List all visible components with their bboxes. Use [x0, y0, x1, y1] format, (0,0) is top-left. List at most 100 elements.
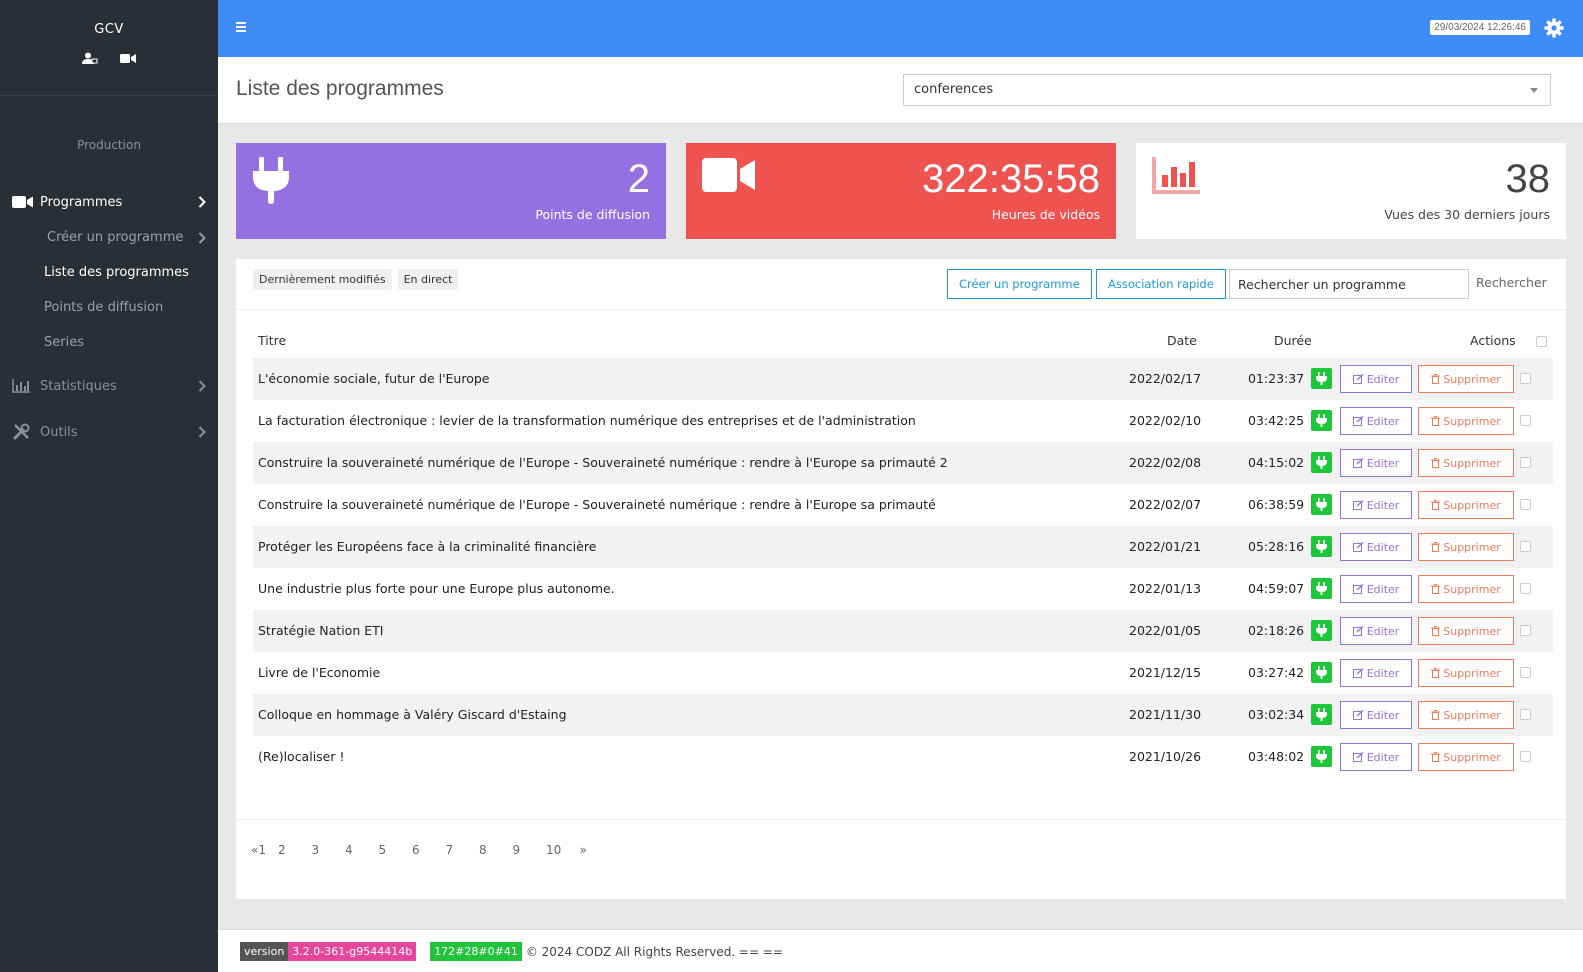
sidebar-item-statistics[interactable]: Statistiques — [0, 366, 218, 406]
programme-title[interactable]: Stratégie Nation ETI — [258, 623, 383, 638]
edit-button[interactable]: Editer — [1340, 491, 1412, 519]
delete-button[interactable]: Supprimer — [1418, 407, 1514, 435]
row-checkbox[interactable] — [1520, 583, 1531, 594]
row-checkbox[interactable] — [1520, 625, 1531, 636]
plug-icon[interactable] — [1311, 746, 1332, 767]
edit-button[interactable]: Editer — [1340, 617, 1412, 645]
programme-title[interactable]: La facturation électronique : levier de … — [258, 413, 916, 428]
edit-icon — [1352, 752, 1364, 762]
plug-icon[interactable] — [1311, 662, 1332, 683]
column-header-duration[interactable]: Durée — [1274, 333, 1312, 348]
sidebar-item-label: Series — [44, 335, 84, 350]
row-checkbox[interactable] — [1520, 541, 1531, 552]
user-lock-icon[interactable] — [82, 49, 98, 68]
edit-button[interactable]: Editer — [1340, 449, 1412, 477]
programme-title[interactable]: Construire la souveraineté numérique de … — [258, 455, 948, 470]
sidebar-item-create-programme[interactable]: Créer un programme — [0, 220, 218, 255]
edit-label: Editer — [1366, 414, 1400, 428]
row-checkbox[interactable] — [1520, 709, 1531, 720]
sidebar-item-series[interactable]: Series — [0, 325, 218, 360]
programme-title[interactable]: L'économie sociale, futur de l'Europe — [258, 371, 490, 386]
delete-button[interactable]: Supprimer — [1418, 617, 1514, 645]
page-link[interactable]: 8 — [479, 843, 513, 857]
edit-button[interactable]: Editer — [1340, 407, 1412, 435]
row-checkbox[interactable] — [1520, 457, 1531, 468]
search-button[interactable]: Rechercher — [1476, 275, 1547, 290]
edit-button[interactable]: Editer — [1340, 701, 1412, 729]
plug-icon[interactable] — [1311, 620, 1332, 641]
sidebar-section-title: Production — [77, 138, 141, 152]
sidebar-item-tools[interactable]: Outils — [0, 412, 218, 452]
column-header-title[interactable]: Titre — [258, 333, 286, 348]
delete-button[interactable]: Supprimer — [1418, 533, 1514, 561]
page-link[interactable]: 3 — [311, 843, 345, 857]
clock: 29/03/2024 12:26:46 — [1430, 20, 1530, 35]
page-link[interactable]: 5 — [378, 843, 412, 857]
page-next[interactable]: » — [579, 843, 586, 857]
page-link[interactable]: 9 — [512, 843, 546, 857]
table-header: Titre Date Durée Actions — [253, 333, 1553, 355]
edit-button[interactable]: Editer — [1340, 365, 1412, 393]
video-camera-icon[interactable] — [120, 49, 136, 68]
search-input[interactable]: Rechercher un programme — [1229, 269, 1469, 299]
delete-button[interactable]: Supprimer — [1418, 449, 1514, 477]
sidebar-item-programme-list[interactable]: Liste des programmes — [0, 255, 218, 290]
row-checkbox[interactable] — [1520, 373, 1531, 384]
plug-icon[interactable] — [1311, 704, 1332, 725]
page-link[interactable]: 4 — [345, 843, 379, 857]
delete-button[interactable]: Supprimer — [1418, 659, 1514, 687]
plug-icon[interactable] — [1311, 410, 1332, 431]
plug-icon[interactable] — [1311, 578, 1332, 599]
programme-title[interactable]: (Re)localiser ! — [258, 749, 345, 764]
create-programme-button[interactable]: Créer un programme — [947, 269, 1092, 299]
row-checkbox[interactable] — [1520, 667, 1531, 678]
edit-button[interactable]: Editer — [1340, 533, 1412, 561]
row-checkbox[interactable] — [1520, 415, 1531, 426]
row-checkbox[interactable] — [1520, 751, 1531, 762]
page-link[interactable]: 6 — [412, 843, 446, 857]
menu-toggle-icon[interactable] — [236, 22, 246, 34]
programme-date: 2022/01/21 — [1129, 539, 1202, 554]
programme-title[interactable]: Colloque en hommage à Valéry Giscard d'E… — [258, 707, 567, 722]
table-row: Une industrie plus forte pour une Europe… — [253, 568, 1553, 610]
filter-recently-modified[interactable]: Dernièrement modifiés — [253, 269, 392, 290]
sidebar-item-programmes[interactable]: Programmes — [0, 184, 218, 220]
plug-icon[interactable] — [1311, 494, 1332, 515]
quick-association-button[interactable]: Association rapide — [1096, 269, 1226, 299]
delete-button[interactable]: Supprimer — [1418, 365, 1514, 393]
select-all-checkbox[interactable] — [1536, 336, 1547, 347]
page-first[interactable]: «1 — [251, 843, 266, 857]
trash-icon — [1431, 416, 1441, 426]
delete-button[interactable]: Supprimer — [1418, 743, 1514, 771]
delete-button[interactable]: Supprimer — [1418, 575, 1514, 603]
gear-icon[interactable] — [1544, 18, 1564, 42]
programme-title[interactable]: Construire la souveraineté numérique de … — [258, 497, 936, 512]
delete-button[interactable]: Supprimer — [1418, 491, 1514, 519]
tools-icon — [12, 423, 34, 441]
programme-title[interactable]: Une industrie plus forte pour une Europe… — [258, 581, 615, 596]
plug-icon[interactable] — [1311, 368, 1332, 389]
delete-label: Supprimer — [1443, 456, 1501, 470]
programme-title[interactable]: Protéger les Européens face à la crimina… — [258, 539, 596, 554]
page-link[interactable]: 2 — [278, 843, 312, 857]
programme-title[interactable]: Livre de l'Economie — [258, 665, 380, 680]
trash-icon — [1431, 584, 1441, 594]
delete-label: Supprimer — [1443, 540, 1501, 554]
edit-button[interactable]: Editer — [1340, 743, 1412, 771]
plug-icon[interactable] — [1311, 536, 1332, 557]
channel-select[interactable]: conferences — [903, 74, 1551, 106]
plug-icon[interactable] — [1311, 452, 1332, 473]
edit-button[interactable]: Editer — [1340, 575, 1412, 603]
row-checkbox[interactable] — [1520, 499, 1531, 510]
edit-button[interactable]: Editer — [1340, 659, 1412, 687]
brand-name: GCV — [94, 22, 124, 37]
filter-live[interactable]: En direct — [397, 269, 459, 290]
page-link[interactable]: 7 — [445, 843, 479, 857]
stat-card-video-hours: 322:35:58 Heures de vidéos — [686, 143, 1116, 239]
stat-label: Vues des 30 derniers jours — [1384, 207, 1550, 222]
column-header-date[interactable]: Date — [1167, 333, 1197, 348]
sidebar-item-broadcast-points[interactable]: Points de diffusion — [0, 290, 218, 325]
page-link[interactable]: 10 — [546, 843, 580, 857]
delete-button[interactable]: Supprimer — [1418, 701, 1514, 729]
programme-date: 2021/10/26 — [1129, 749, 1202, 764]
